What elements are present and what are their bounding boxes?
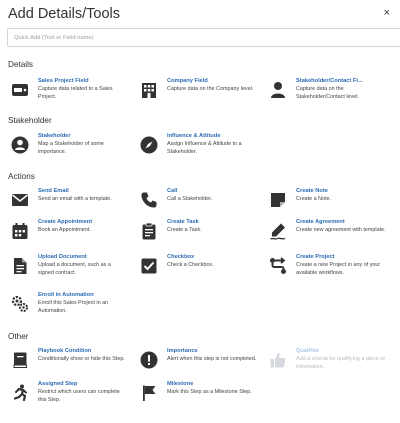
tool-description: Capture data related to a Sales Project.	[38, 86, 113, 100]
tool-label: Create Note	[296, 188, 328, 194]
tool-label: Create Agreement	[296, 219, 345, 225]
person-icon	[268, 80, 288, 100]
tool-call[interactable]: Call Call a Stakeholder.	[139, 187, 259, 221]
tool-playbook-condition[interactable]: Playbook Condition Conditionally show or…	[10, 347, 130, 381]
tool-milestone[interactable]: Milestone Mark this Step as a Milestone …	[139, 380, 259, 414]
tool-description: Call a Stakeholder.	[167, 196, 213, 202]
tool-description: Map a Stakeholder of some importance.	[38, 141, 104, 155]
tool-create-appointment[interactable]: Create Appointment Book an Appointment.	[10, 218, 130, 252]
tool-description: Assign Influence & Attitude to a Stakeho…	[167, 141, 242, 155]
automation-icon	[10, 294, 30, 314]
tool-label: Create Task	[167, 219, 199, 225]
phone-icon	[139, 190, 159, 210]
book-icon	[10, 350, 30, 370]
tool-description: Create new agreement with template.	[296, 227, 386, 233]
document-icon	[10, 256, 30, 276]
tool-create-task[interactable]: Create Task Create a Task.	[139, 218, 259, 252]
tool-label: Sales Project Field	[38, 78, 89, 84]
route-icon	[268, 256, 288, 276]
quick-add-search-input[interactable]	[7, 28, 400, 47]
alert-icon	[139, 350, 159, 370]
tool-label: Create Appointment	[38, 219, 93, 225]
tool-importance[interactable]: Importance Alert when this step is not c…	[139, 347, 259, 381]
tool-qualifier: Qualifier Add a criteria for qualifying …	[268, 347, 388, 381]
tool-company-field[interactable]: Company Field Capture data on the Compan…	[139, 77, 259, 111]
tool-description: Upload a document, such as a signed cont…	[38, 262, 111, 276]
signature-icon	[268, 221, 288, 241]
tool-label: Upload Document	[38, 254, 87, 260]
section-heading-stakeholder: Stakeholder	[8, 116, 52, 125]
person-circle-icon	[10, 135, 30, 155]
tool-description: Check a Checkbox.	[167, 262, 214, 268]
tool-stakeholder[interactable]: Stakeholder Map a Stakeholder of some im…	[10, 132, 130, 166]
checkbox-icon	[139, 256, 159, 276]
tool-send-email[interactable]: Send Email Send an email with a template…	[10, 187, 130, 221]
tool-label: Company Field	[167, 78, 208, 84]
section-heading-details: Details	[8, 60, 34, 69]
tool-description: Add a criteria for qualifying a piece of…	[296, 356, 385, 370]
tool-assigned-step[interactable]: Assigned Step Restrict which users can c…	[10, 380, 130, 414]
calendar-icon	[10, 221, 30, 241]
tool-description: Capture data on the Stakeholder/Contact …	[296, 86, 359, 100]
tool-label: Stakeholder/Contact Fi...	[296, 78, 363, 84]
tool-description: Conditionally show or hide this Step.	[38, 356, 125, 362]
tool-label: Importance	[167, 348, 198, 354]
tool-create-agreement[interactable]: Create Agreement Create new agreement wi…	[268, 218, 388, 252]
tool-description: Create a new Project in any of your avai…	[296, 262, 381, 276]
flag-icon	[139, 383, 159, 403]
tool-label: Influence & Attitude	[167, 133, 221, 139]
tool-description: Book an Appointment.	[38, 227, 91, 233]
tool-label: Playbook Condition	[38, 348, 92, 354]
tool-upload-document[interactable]: Upload Document Upload a document, such …	[10, 253, 130, 287]
tool-label: Enroll in Automation	[38, 292, 94, 298]
tool-label: Qualifier	[296, 348, 320, 354]
note-icon	[268, 190, 288, 210]
tool-description: Mark this Step as a Milestone Step.	[167, 389, 252, 395]
tool-checkbox[interactable]: Checkbox Check a Checkbox.	[139, 253, 259, 287]
tool-label: Checkbox	[167, 254, 195, 260]
tool-stakeholder-contact-field[interactable]: Stakeholder/Contact Fi... Capture data o…	[268, 77, 388, 111]
tool-label: Stakeholder	[38, 133, 71, 139]
section-heading-other: Other	[8, 332, 29, 341]
tool-description: Create a Task.	[167, 227, 202, 233]
tool-influence-attitude[interactable]: Influence & Attitude Assign Influence & …	[139, 132, 259, 166]
building-icon	[139, 80, 159, 100]
tool-label: Assigned Step	[38, 381, 78, 387]
tool-description: Create a Note.	[296, 196, 332, 202]
tool-label: Call	[167, 188, 178, 194]
compass-icon	[139, 135, 159, 155]
tool-label: Send Email	[38, 188, 69, 194]
field-card-icon	[10, 80, 30, 100]
tool-description: Enroll this Sales Project in an Automati…	[38, 300, 109, 314]
tool-create-project[interactable]: Create Project Create a new Project in a…	[268, 253, 388, 287]
tool-label: Milestone	[167, 381, 194, 387]
tool-create-note[interactable]: Create Note Create a Note.	[268, 187, 388, 221]
envelope-icon	[10, 190, 30, 210]
runner-icon	[10, 383, 30, 403]
clipboard-icon	[139, 221, 159, 241]
section-heading-actions: Actions	[8, 172, 35, 181]
thumbs-up-icon	[268, 350, 288, 370]
dialog-title: Add Details/Tools	[8, 6, 121, 22]
tool-description: Send an email with a template.	[38, 196, 112, 202]
tool-description: Restrict which users can complete this S…	[38, 389, 120, 403]
tool-sales-project-field[interactable]: Sales Project Field Capture data related…	[10, 77, 130, 111]
close-button[interactable]: ×	[384, 7, 390, 19]
tool-description: Alert when this step is not completed.	[167, 356, 257, 362]
tool-enroll-in-automation[interactable]: Enroll in Automation Enroll this Sales P…	[10, 291, 130, 325]
tool-description: Capture data on the Company level.	[167, 86, 254, 92]
tool-label: Create Project	[296, 254, 335, 260]
